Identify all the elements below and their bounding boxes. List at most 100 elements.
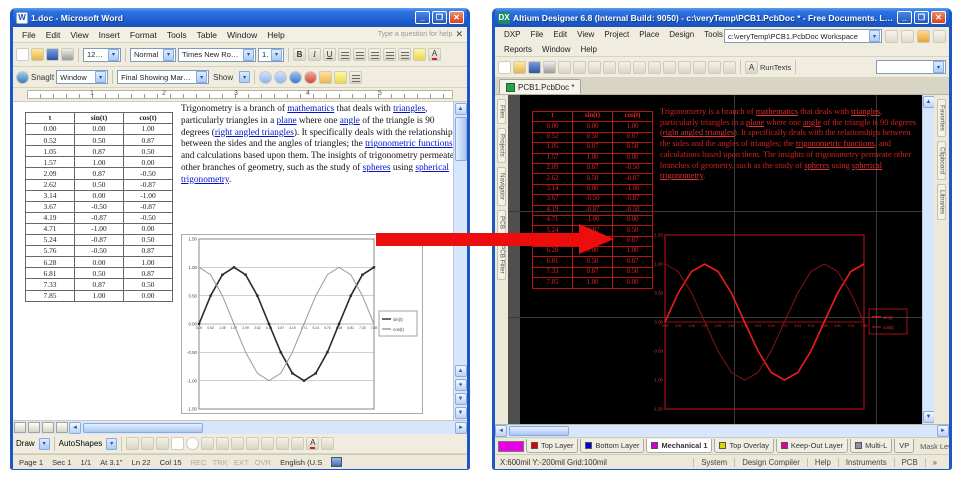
- table-row[interactable]: 0.520.500.87: [26, 135, 173, 146]
- altium-titlebar[interactable]: DX Altium Designer 6.8 (Internal Build: …: [495, 8, 949, 27]
- redo-icon[interactable]: [648, 61, 661, 74]
- word-vertical-scrollbar[interactable]: ▲ ▲ ● ▼ ▼: [453, 102, 467, 420]
- menu-help[interactable]: Help: [575, 44, 601, 55]
- table-row[interactable]: 3.140.00-1.00: [533, 184, 653, 194]
- active-layer-swatch[interactable]: [498, 441, 524, 452]
- hyperlink[interactable]: trigonometric functions: [796, 139, 875, 148]
- scroll-down-icon[interactable]: ▼: [455, 407, 467, 419]
- line-color-icon[interactable]: [291, 437, 304, 450]
- scroll-left-icon[interactable]: ◄: [495, 425, 507, 437]
- pcb-editor-canvas[interactable]: tsin(t)cos(t) 0.000.001.000.520.500.871.…: [508, 95, 922, 424]
- place-string-icon[interactable]: [708, 61, 721, 74]
- table-row[interactable]: 4.71-1.000.00: [26, 223, 173, 234]
- menu-design[interactable]: Design: [664, 29, 699, 40]
- font-tool-icon[interactable]: A: [745, 61, 758, 74]
- scroll-up-icon[interactable]: ▲: [455, 103, 467, 115]
- scroll-left-icon[interactable]: ◄: [69, 422, 81, 434]
- menu-insert[interactable]: Insert: [94, 29, 125, 41]
- paste-icon[interactable]: [618, 61, 631, 74]
- previous-page-button[interactable]: ▲: [455, 365, 467, 377]
- new-document-icon[interactable]: [498, 61, 511, 74]
- panel-tab-libraries[interactable]: Libraries: [937, 184, 945, 220]
- spelling-status-icon[interactable]: [331, 457, 342, 467]
- panel-button-help[interactable]: Help: [807, 458, 838, 467]
- draw-menu-button[interactable]: Draw: [16, 439, 35, 448]
- font-combo[interactable]: Times New Roman ▾: [178, 48, 256, 62]
- fill-color-icon[interactable]: [276, 437, 289, 450]
- menu-place[interactable]: Place: [634, 29, 664, 40]
- panel-tab-projects[interactable]: Projects: [497, 128, 505, 163]
- hyperlink[interactable]: spheres: [804, 161, 829, 170]
- word-titlebar[interactable]: W 1.doc - Microsoft Word _ ❐ ✕: [13, 8, 467, 27]
- undo-icon[interactable]: [633, 61, 646, 74]
- next-change-icon[interactable]: [274, 71, 287, 84]
- pcb-data-table[interactable]: tsin(t)cos(t) 0.000.001.000.520.500.871.…: [532, 111, 653, 289]
- scroll-thumb[interactable]: [83, 423, 203, 433]
- zoom-combo[interactable]: 129% ▾: [83, 48, 121, 62]
- highlight-icon[interactable]: [334, 71, 347, 84]
- altium-minimize-button[interactable]: _: [897, 11, 912, 24]
- word-chart-object[interactable]: 1.501.000.500.00-0.50-1.00-1.500.000.521…: [181, 234, 423, 414]
- print-preview-icon[interactable]: [558, 61, 571, 74]
- place-component-icon[interactable]: [723, 61, 736, 74]
- scroll-down-icon[interactable]: ▼: [923, 411, 935, 423]
- reject-change-icon[interactable]: [304, 71, 317, 84]
- table-row[interactable]: 6.810.500.87: [533, 257, 653, 267]
- scroll-track[interactable]: [81, 422, 455, 434]
- layer-tab-multi-l[interactable]: Multi-L: [850, 439, 892, 453]
- wordart-icon[interactable]: [216, 437, 229, 450]
- italic-icon[interactable]: [308, 48, 321, 61]
- menu-dxp[interactable]: DXP: [499, 29, 525, 40]
- table-row[interactable]: 3.67-0.50-0.87: [533, 195, 653, 205]
- align-right-icon[interactable]: [368, 48, 381, 61]
- text-box-icon[interactable]: [201, 437, 214, 450]
- table-row[interactable]: 5.76-0.500.87: [26, 246, 173, 257]
- menu-tools[interactable]: Tools: [162, 29, 192, 41]
- menu-file[interactable]: File: [525, 29, 548, 40]
- hyperlink[interactable]: mathematics: [287, 104, 334, 114]
- print-layout-view-button[interactable]: [42, 422, 54, 433]
- table-row[interactable]: 2.620.50-0.87: [533, 174, 653, 184]
- panel-button-pcb[interactable]: PCB: [894, 458, 925, 467]
- scroll-right-icon[interactable]: ►: [455, 422, 467, 434]
- clip-art-icon[interactable]: [246, 437, 259, 450]
- layer-tab-bottom-layer[interactable]: Bottom Layer: [580, 439, 644, 453]
- align-center-icon[interactable]: [353, 48, 366, 61]
- hyperlink[interactable]: right angled triangles: [215, 128, 294, 138]
- diagram-icon[interactable]: [231, 437, 244, 450]
- chevron-down-icon[interactable]: ▾: [196, 71, 207, 83]
- new-document-icon[interactable]: [16, 48, 29, 61]
- table-row[interactable]: 3.67-0.50-0.87: [26, 201, 173, 212]
- menu-project[interactable]: Project: [599, 29, 634, 40]
- hyperlink[interactable]: plane: [277, 116, 297, 126]
- numbering-icon[interactable]: [383, 48, 396, 61]
- menu-table[interactable]: Table: [192, 29, 222, 41]
- save-icon[interactable]: [528, 61, 541, 74]
- place-pad-icon[interactable]: [678, 61, 691, 74]
- menu-format[interactable]: Format: [125, 29, 162, 41]
- chevron-down-icon[interactable]: ▾: [239, 71, 250, 83]
- word-horizontal-scrollbar[interactable]: ◄ ►: [13, 420, 467, 434]
- reviewing-pane-icon[interactable]: [349, 71, 362, 84]
- table-row[interactable]: 2.090.87-0.50: [26, 168, 173, 179]
- style-combo[interactable]: Normal ▾: [130, 48, 176, 62]
- autoshapes-menu-button[interactable]: AutoShapes: [59, 439, 103, 448]
- panel-button-instruments[interactable]: Instruments: [838, 458, 894, 467]
- layer-tab-mechanical-1[interactable]: Mechanical 1: [646, 439, 712, 453]
- chevron-down-icon[interactable]: ▾: [108, 49, 119, 61]
- chevron-down-icon[interactable]: ▾: [106, 438, 117, 450]
- place-via-icon[interactable]: [693, 61, 706, 74]
- menu-view[interactable]: View: [65, 29, 93, 41]
- snagit-icon[interactable]: [16, 71, 29, 84]
- table-row[interactable]: 1.571.000.00: [533, 153, 653, 163]
- ask-a-question-box[interactable]: Type a question for help ✕: [378, 29, 463, 40]
- altium-vertical-scrollbar[interactable]: ▲ ▼: [922, 95, 934, 424]
- altium-maximize-button[interactable]: ❐: [914, 11, 929, 24]
- select-browse-object-button[interactable]: ●: [455, 379, 467, 391]
- scroll-up-icon[interactable]: ▲: [923, 96, 935, 108]
- chevron-down-icon[interactable]: ▾: [243, 49, 254, 61]
- menu-window[interactable]: Window: [222, 29, 262, 41]
- chevron-down-icon[interactable]: ▾: [163, 49, 174, 61]
- highlight-icon[interactable]: [413, 48, 426, 61]
- panel-button-[interactable]: »: [925, 458, 944, 467]
